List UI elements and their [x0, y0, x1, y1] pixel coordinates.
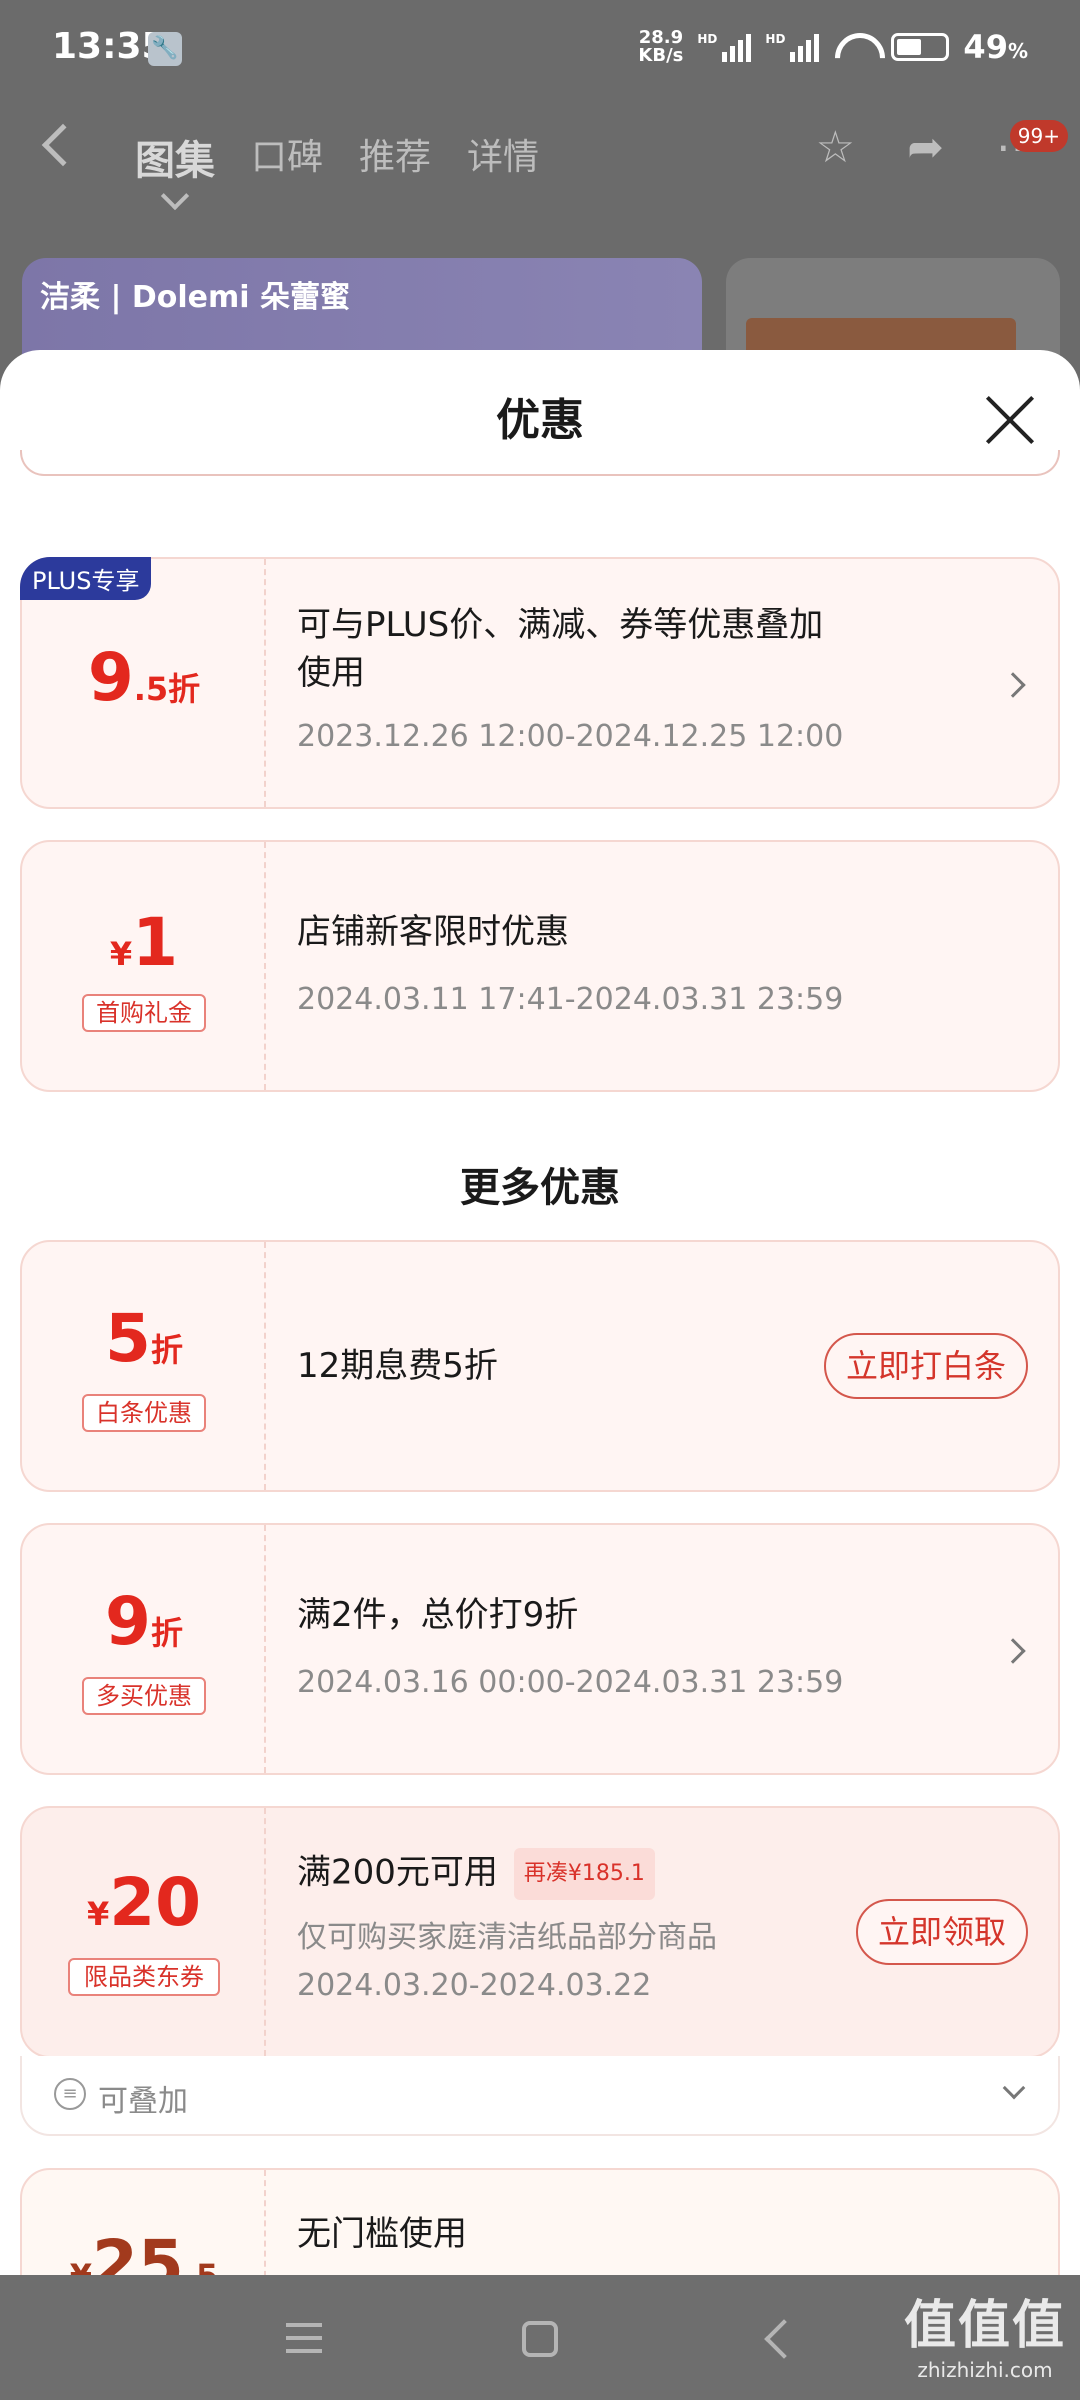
offer-amount-area: ¥1 首购礼金: [22, 842, 266, 1090]
offer-title: 无门槛使用: [297, 2214, 467, 2254]
offer-card-new-customer: ¥1 首购礼金 店铺新客限时优惠 2024.03.11 17:41-2024.0…: [20, 840, 1060, 1092]
back-arrow-icon[interactable]: [41, 123, 85, 167]
offer-title: 12期息费5折: [297, 1346, 498, 1386]
offer-amount: ¥25.5: [70, 2226, 219, 2275]
offer-title: 满2件，总价打9折: [297, 1595, 579, 1635]
nav-actions: ☆ ➦ ⋯: [816, 122, 1040, 173]
sheet-title: 优惠: [496, 395, 584, 446]
offer-title: 满200元可用 再凑¥185.1: [297, 1848, 655, 1900]
status-bar: 13:35 🔧 28.9 KB/s HD HD 49%: [0, 0, 1080, 100]
offer-amount: 9折: [105, 1583, 183, 1660]
signal-icon: HD: [697, 32, 752, 62]
offer-title-line2: 使用: [297, 653, 365, 693]
chevron-right-icon[interactable]: [1000, 1638, 1026, 1664]
offer-date: 2024.03.11 17:41-2024.03.31 23:59: [297, 982, 844, 1017]
offer-tag: 多买优惠: [82, 1677, 206, 1715]
stackable-label: 可叠加: [98, 2084, 188, 2119]
offer-date: 2024.03.20-2024.03.22: [297, 1968, 652, 2003]
wrench-icon: 🔧: [148, 32, 182, 66]
chevron-right-icon[interactable]: [1000, 672, 1026, 698]
offer-amount: 5折: [105, 1300, 183, 1377]
offer-amount-area: 5折 白条优惠: [22, 1242, 266, 1490]
offers-sheet: 优惠 PLUS专享 9.5折 可与PLUS价、满减、券等优惠叠加 使用 2023…: [0, 350, 1080, 2275]
partial-card-edge: [20, 450, 1060, 476]
signal-icon-2: HD: [765, 32, 820, 62]
offer-card-no-threshold: ¥25.5 无门槛使用: [20, 2168, 1060, 2275]
stackable-toggle[interactable]: ≡ 可叠加: [20, 2056, 1060, 2136]
offer-card-baitiao: 5折 白条优惠 12期息费5折 立即打白条: [20, 1240, 1060, 1492]
system-nav-bar: 值值值 zhizhizhi.com: [0, 2275, 1080, 2400]
offer-tag: 白条优惠: [82, 1394, 206, 1432]
battery-percent: 49%: [963, 28, 1028, 66]
offer-amount-area: 9折 多买优惠: [22, 1525, 266, 1773]
offer-info: 满2件，总价打9折 2024.03.16 00:00-2024.03.31 23…: [297, 1525, 1028, 1773]
offer-amount-area: ¥20 限品类东券: [22, 1808, 266, 2056]
offer-info: 满200元可用 再凑¥185.1 仅可购买家庭清洁纸品部分商品 2024.03.2…: [297, 1808, 1028, 2056]
offer-tag: 限品类东券: [68, 1958, 220, 1996]
notification-badge: 99+: [1009, 120, 1068, 152]
offer-date: 2024.03.16 00:00-2024.03.31 23:59: [297, 1665, 844, 1700]
brand-logo-text: 洁柔 | Dolemi 朵蕾蜜: [40, 280, 350, 315]
close-icon[interactable]: [984, 394, 1036, 446]
offer-title: 店铺新客限时优惠: [297, 912, 569, 952]
chevron-down-icon[interactable]: [1002, 2076, 1026, 2100]
offer-date: 2023.12.26 12:00-2024.12.25 12:00: [297, 719, 844, 754]
offer-card-multibuy[interactable]: 9折 多买优惠 满2件，总价打9折 2024.03.16 00:00-2024.…: [20, 1523, 1060, 1775]
tab-reviews[interactable]: 口碑: [251, 128, 323, 186]
offer-amount: ¥1: [109, 904, 179, 981]
nav-tabs: 图集 口碑 推荐 详情: [135, 128, 539, 186]
wifi-icon: [833, 31, 877, 63]
offer-info: 12期息费5折 立即打白条: [297, 1242, 1028, 1490]
stack-icon: ≡: [54, 2078, 86, 2110]
offer-card-coupon-20: ¥20 限品类东券 满200元可用 再凑¥185.1 仅可购买家庭清洁纸品部分商品…: [20, 1806, 1060, 2058]
home-icon[interactable]: [522, 2321, 558, 2357]
recent-apps-icon[interactable]: [286, 2323, 322, 2353]
tab-details[interactable]: 详情: [467, 128, 539, 186]
share-icon[interactable]: ➦: [907, 122, 944, 173]
claim-coupon-button[interactable]: 立即领取: [855, 1899, 1028, 1965]
favorite-star-icon[interactable]: ☆: [816, 122, 855, 173]
offer-subtitle: 仅可购买家庭清洁纸品部分商品: [297, 1920, 717, 1955]
offer-amount: ¥20: [86, 1864, 202, 1941]
more-offers-title: 更多优惠: [460, 1165, 620, 1211]
offer-info: 店铺新客限时优惠 2024.03.11 17:41-2024.03.31 23:…: [297, 842, 1028, 1090]
status-icons: 28.9 KB/s HD HD 49%: [638, 28, 1028, 66]
network-speed: 28.9 KB/s: [638, 27, 684, 66]
offer-card-plus[interactable]: PLUS专享 9.5折 可与PLUS价、满减、券等优惠叠加 使用 2023.12…: [20, 557, 1060, 809]
offer-tag: 首购礼金: [82, 994, 206, 1032]
tab-gallery[interactable]: 图集: [135, 128, 215, 186]
offer-amount-area: 9.5折: [22, 559, 266, 807]
use-baitiao-button[interactable]: 立即打白条: [823, 1333, 1028, 1399]
tab-recommend[interactable]: 推荐: [359, 128, 431, 186]
offer-info: 无门槛使用: [297, 2170, 1028, 2275]
remaining-amount-tag: 再凑¥185.1: [513, 1848, 655, 1900]
offer-amount-area: ¥25.5: [22, 2170, 266, 2275]
offer-amount: 9.5折: [87, 639, 201, 716]
offer-info: 可与PLUS价、满减、券等优惠叠加 使用 2023.12.26 12:00-20…: [297, 559, 1028, 807]
battery-icon: [891, 33, 950, 61]
back-icon[interactable]: [764, 2319, 804, 2359]
product-navbar: 图集 口碑 推荐 详情 ☆ ➦ ⋯ 99+: [0, 110, 1080, 200]
offer-title-line1: 可与PLUS价、满减、券等优惠叠加: [297, 605, 824, 645]
watermark: 值值值 zhizhizhi.com: [903, 2296, 1066, 2382]
